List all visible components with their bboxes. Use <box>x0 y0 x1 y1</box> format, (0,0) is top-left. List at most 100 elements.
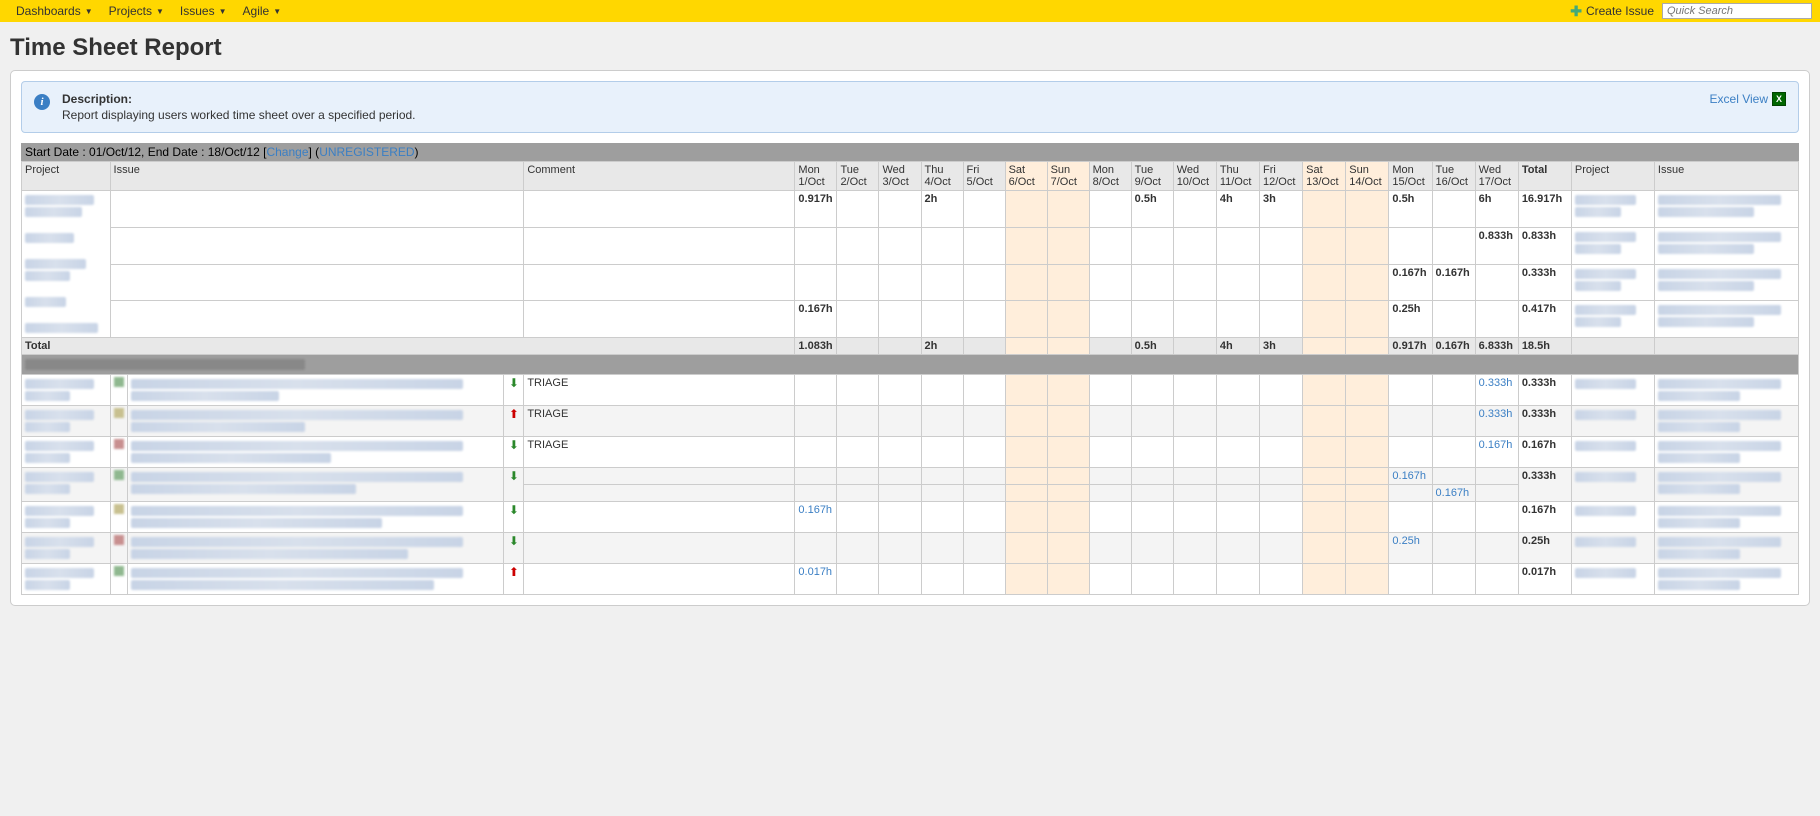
cell-day-9 <box>1173 533 1216 564</box>
table-row: ⬇0.167h0.333h <box>22 468 1799 485</box>
cell-day-2 <box>879 191 921 228</box>
cell-day-15 <box>1432 533 1475 564</box>
cell-day-1 <box>837 191 879 228</box>
cell-day-10 <box>1216 301 1259 338</box>
cell-day-7 <box>1089 502 1131 533</box>
excel-view-link[interactable]: Excel View X <box>1710 92 1786 106</box>
cell-day-14 <box>1389 437 1432 468</box>
cell-day-5 <box>1005 191 1047 228</box>
total-day-14: 0.917h <box>1389 338 1432 355</box>
cell-day-8 <box>1131 502 1173 533</box>
cell-day-7 <box>1089 485 1131 502</box>
info-box: i Description: Report displaying users w… <box>21 81 1799 133</box>
cell-day-13 <box>1346 564 1389 595</box>
hours-link[interactable]: 0.167h <box>798 504 832 516</box>
cell-day-16 <box>1475 301 1518 338</box>
cell-day-15 <box>1432 301 1475 338</box>
cell-day-16: 0.167h <box>1475 437 1518 468</box>
project-cell <box>22 502 111 533</box>
section-header <box>22 355 1799 375</box>
th-day-2: Wed3/Oct <box>879 162 921 191</box>
th-issue-right: Issue <box>1654 162 1798 191</box>
priority-high-icon: ⬆ <box>508 408 520 420</box>
issue-right-cell <box>1654 375 1798 406</box>
change-link[interactable]: Change <box>266 145 308 159</box>
hours-link[interactable]: 0.167h <box>1479 439 1513 451</box>
cell-day-15 <box>1432 191 1475 228</box>
hours-link[interactable]: 0.25h <box>1392 535 1420 547</box>
issue-right-cell <box>1654 264 1798 301</box>
cell-day-6 <box>1047 533 1089 564</box>
cell-day-10 <box>1216 485 1259 502</box>
cell-day-16: 0.333h <box>1475 375 1518 406</box>
cell-day-4 <box>963 406 1005 437</box>
priority-low-icon: ⬇ <box>508 377 520 389</box>
comment-cell <box>524 191 795 228</box>
row-total: 0.167h <box>1518 437 1571 468</box>
cell-day-14 <box>1389 485 1432 502</box>
issue-cell <box>110 227 524 264</box>
th-day-14: Mon15/Oct <box>1389 162 1432 191</box>
cell-day-14: 0.5h <box>1389 191 1432 228</box>
cell-day-12 <box>1303 191 1346 228</box>
cell-day-15 <box>1432 437 1475 468</box>
cell-day-6 <box>1047 485 1089 502</box>
hours-link[interactable]: 0.333h <box>1479 377 1513 389</box>
hours-link[interactable]: 0.167h <box>1392 470 1426 482</box>
cell-day-3: 2h <box>921 191 963 228</box>
total-day-5 <box>1005 338 1047 355</box>
timesheet-table: ProjectIssueCommentMon1/OctTue2/OctWed3/… <box>21 161 1799 595</box>
nav-issues[interactable]: Issues▼ <box>172 4 235 18</box>
cell-day-8 <box>1131 564 1173 595</box>
project-right-cell <box>1571 375 1654 406</box>
cell-day-1 <box>837 564 879 595</box>
cell-day-9 <box>1173 564 1216 595</box>
quick-search-input[interactable] <box>1662 3 1812 19</box>
cell-day-15 <box>1432 564 1475 595</box>
cell-day-9 <box>1173 502 1216 533</box>
hours-link[interactable]: 0.167h <box>1436 487 1470 499</box>
cell-day-9 <box>1173 485 1216 502</box>
cell-day-10: 4h <box>1216 191 1259 228</box>
th-day-3: Thu4/Oct <box>921 162 963 191</box>
project-right-cell <box>1571 227 1654 264</box>
issue-right-cell <box>1654 564 1798 595</box>
issue-right-cell <box>1654 437 1798 468</box>
row-total: 0.417h <box>1518 301 1571 338</box>
cell-day-10 <box>1216 264 1259 301</box>
page-title: Time Sheet Report <box>0 22 1820 70</box>
nav-dashboards[interactable]: Dashboards▼ <box>8 4 101 18</box>
hours-link[interactable]: 0.017h <box>798 566 832 578</box>
create-issue-button[interactable]: ✚ Create Issue <box>1570 3 1654 20</box>
cell-day-0: 0.917h <box>795 191 837 228</box>
cell-day-10 <box>1216 468 1259 485</box>
nav-projects[interactable]: Projects▼ <box>101 4 172 18</box>
th-project: Project <box>22 162 111 191</box>
cell-day-2 <box>879 485 921 502</box>
cell-day-2 <box>879 264 921 301</box>
cell-day-14 <box>1389 406 1432 437</box>
hours-link[interactable]: 0.333h <box>1479 408 1513 420</box>
issue-right-cell <box>1654 468 1798 502</box>
table-row: ⬇0.167h0.167h <box>22 502 1799 533</box>
cell-day-5 <box>1005 375 1047 406</box>
issue-right-cell <box>1654 301 1798 338</box>
cell-day-14 <box>1389 227 1432 264</box>
cell-day-6 <box>1047 468 1089 485</box>
cell-day-5 <box>1005 301 1047 338</box>
nav-agile[interactable]: Agile▼ <box>235 4 290 18</box>
cell-day-7 <box>1089 191 1131 228</box>
issue-summary-cell <box>128 406 504 437</box>
unregistered-link[interactable]: UNREGISTERED <box>319 145 414 159</box>
cell-day-0: 0.017h <box>795 564 837 595</box>
cell-day-13 <box>1346 227 1389 264</box>
cell-day-13 <box>1346 485 1389 502</box>
priority-cell: ⬇ <box>504 375 524 406</box>
cell-day-8 <box>1131 375 1173 406</box>
cell-day-0 <box>795 533 837 564</box>
cell-day-8 <box>1131 533 1173 564</box>
date-range-bar: Start Date : 01/Oct/12, End Date : 18/Oc… <box>21 143 1799 161</box>
cell-day-3 <box>921 437 963 468</box>
cell-day-11 <box>1259 468 1302 485</box>
th-comment: Comment <box>524 162 795 191</box>
